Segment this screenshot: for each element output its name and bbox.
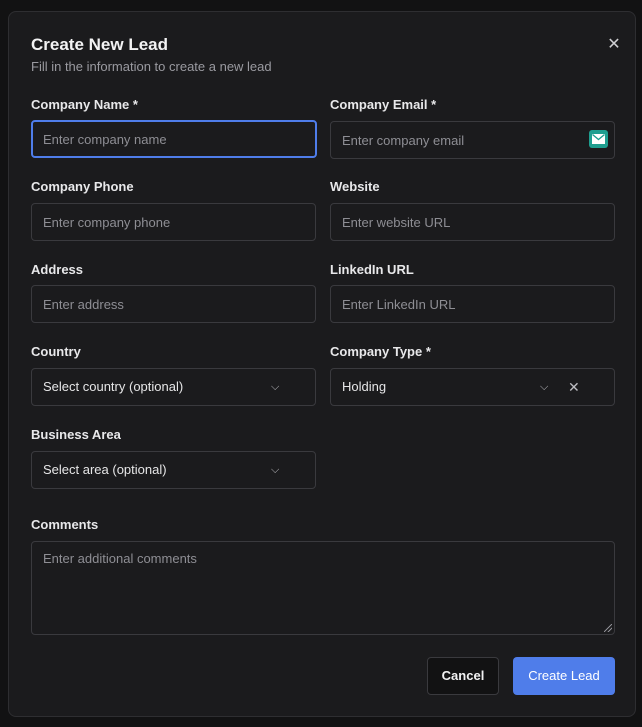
address-input[interactable] — [31, 285, 316, 323]
dialog-subtitle: Fill in the information to create a new … — [31, 59, 272, 74]
chevron-down-icon: ⌵ — [271, 464, 280, 476]
close-icon[interactable]: ✕ — [605, 36, 623, 54]
company-phone-label: Company Phone — [31, 179, 134, 194]
company-email-input[interactable] — [330, 121, 615, 159]
company-email-wrapper — [330, 121, 615, 159]
company-type-select[interactable]: Holding ⌵ ✕ — [330, 368, 615, 406]
linkedin-label: LinkedIn URL — [330, 262, 414, 277]
company-name-label: Company Name * — [31, 97, 138, 112]
dialog-title: Create New Lead — [31, 35, 168, 54]
company-type-label: Company Type * — [330, 344, 431, 359]
business-area-label: Business Area — [31, 427, 121, 442]
create-lead-dialog: ✕ Create New Lead Fill in the informatio… — [8, 11, 636, 717]
chevron-down-icon: ⌵ — [271, 381, 280, 393]
country-select-value: Select country (optional) — [43, 379, 184, 394]
envelope-icon — [592, 134, 605, 144]
clear-selection-icon[interactable]: ✕ — [568, 369, 580, 405]
linkedin-input[interactable] — [330, 285, 615, 323]
comments-placeholder: Enter additional comments — [43, 551, 197, 566]
comments-textarea[interactable]: Enter additional comments — [31, 541, 615, 635]
address-label: Address — [31, 262, 84, 277]
create-lead-button[interactable]: Create Lead — [513, 657, 615, 695]
company-name-input[interactable] — [31, 120, 317, 158]
chevron-down-icon: ⌵ — [540, 381, 549, 393]
country-label: Country — [31, 344, 81, 359]
cancel-button[interactable]: Cancel — [427, 657, 499, 695]
email-autofill-icon[interactable] — [589, 130, 608, 148]
company-email-label: Company Email * — [330, 97, 437, 112]
business-area-select[interactable]: Select area (optional) ⌵ — [31, 451, 316, 489]
resize-handle[interactable] — [604, 624, 612, 632]
comments-label: Comments — [31, 517, 99, 532]
website-input[interactable] — [330, 203, 615, 241]
business-area-value: Select area (optional) — [43, 462, 167, 477]
company-type-value: Holding — [342, 379, 387, 394]
company-phone-input[interactable] — [31, 203, 316, 241]
website-label: Website — [330, 179, 380, 194]
country-select[interactable]: Select country (optional) ⌵ — [31, 368, 316, 406]
